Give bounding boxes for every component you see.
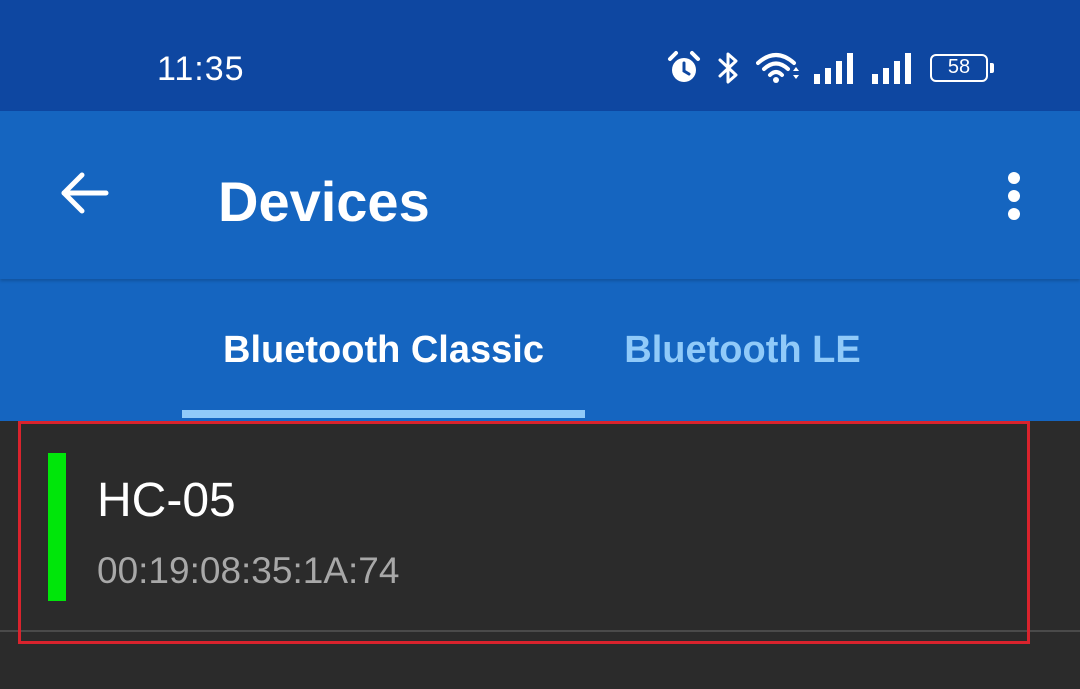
status-icons: 58 <box>666 48 994 88</box>
battery-level: 58 <box>930 54 988 82</box>
signal-icon <box>814 52 858 84</box>
connection-status-indicator <box>48 453 66 601</box>
screen: 11:35 58 Devices Bluetooth Classic Bluet… <box>0 0 1080 689</box>
overflow-menu-button[interactable] <box>990 160 1038 232</box>
signal-icon-2 <box>872 52 916 84</box>
page-title: Devices <box>218 170 430 233</box>
device-address: 00:19:08:35:1A:74 <box>97 550 400 591</box>
wifi-icon <box>756 51 800 85</box>
list-item[interactable]: HC-05 00:19:08:35:1A:74 <box>0 421 1080 631</box>
list-divider <box>0 630 1080 632</box>
tab-bar: Bluetooth Classic Bluetooth LE <box>0 279 1080 421</box>
app-bar: Devices <box>0 111 1080 279</box>
battery-tip <box>990 63 994 73</box>
more-vert-icon <box>1008 172 1020 220</box>
tab-indicator <box>182 410 585 418</box>
status-time: 11:35 <box>157 50 245 88</box>
tab-bluetooth-le[interactable]: Bluetooth LE <box>585 279 900 421</box>
tab-bluetooth-classic[interactable]: Bluetooth Classic <box>182 279 585 421</box>
battery-icon: 58 <box>930 54 994 82</box>
status-bar: 11:35 58 <box>0 0 1080 111</box>
arrow-back-icon <box>61 172 109 214</box>
back-button[interactable] <box>48 157 120 229</box>
alarm-icon <box>666 50 702 86</box>
bluetooth-icon <box>716 50 742 86</box>
device-list: HC-05 00:19:08:35:1A:74 <box>0 421 1080 689</box>
device-name: HC-05 <box>97 474 236 527</box>
